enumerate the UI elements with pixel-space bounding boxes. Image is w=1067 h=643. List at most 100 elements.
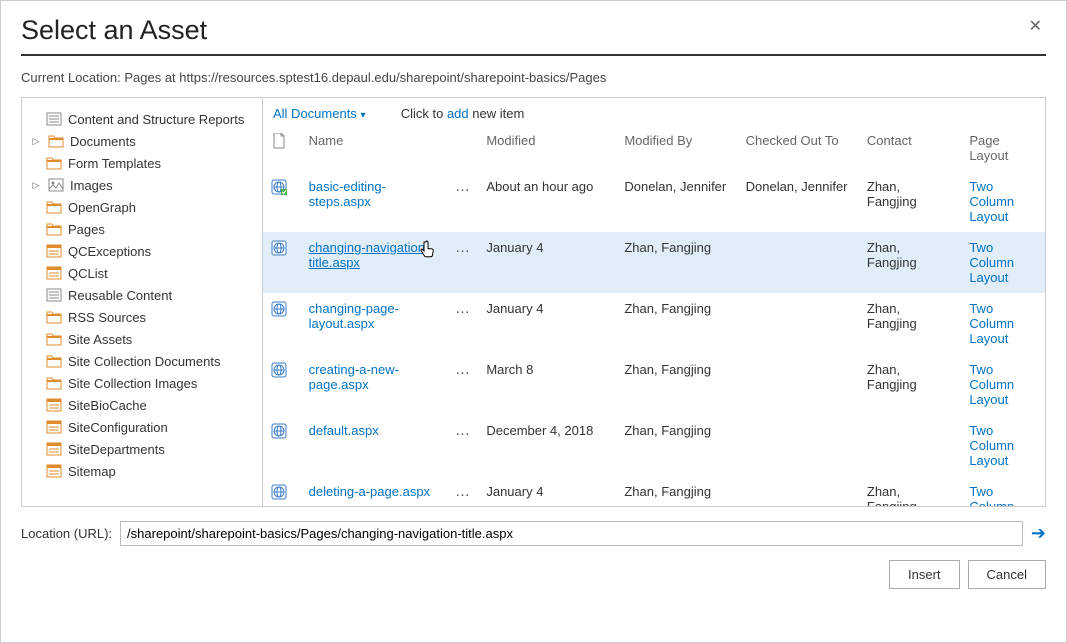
item-menu-button[interactable]: … bbox=[455, 422, 471, 439]
tree-item[interactable]: SiteDepartments bbox=[28, 438, 256, 460]
tree-item[interactable]: Reusable Content bbox=[28, 284, 256, 306]
tree-item[interactable]: Pages bbox=[28, 218, 256, 240]
table-row[interactable]: basic-editing-steps.aspx…About an hour a… bbox=[263, 171, 1045, 232]
expand-icon[interactable]: ▷ bbox=[30, 180, 42, 191]
aspx-page-icon bbox=[271, 362, 287, 378]
file-name-link[interactable]: deleting-a-page.aspx bbox=[309, 484, 430, 499]
tree-item[interactable]: Sitemap bbox=[28, 460, 256, 482]
table-row[interactable]: creating-a-new-page.aspx…March 8Zhan, Fa… bbox=[263, 354, 1045, 415]
col-contact[interactable]: Contact bbox=[859, 127, 961, 171]
breadcrumb-prefix: Current Location: bbox=[21, 70, 124, 85]
page-layout-link[interactable]: Two Column Layout bbox=[969, 179, 1014, 224]
tree-item[interactable]: ▷Images bbox=[28, 174, 256, 196]
tree-item-label: Content and Structure Reports bbox=[68, 112, 244, 127]
file-name-link[interactable]: changing-navigation-title.aspx bbox=[309, 240, 430, 270]
col-modified[interactable]: Modified bbox=[478, 127, 616, 171]
file-name-link[interactable]: changing-page-layout.aspx bbox=[309, 301, 399, 331]
go-arrow-icon[interactable]: ➔ bbox=[1031, 523, 1046, 544]
file-table: Name Modified Modified By Checked Out To… bbox=[263, 127, 1045, 506]
cell-modified-by: Zhan, Fangjing bbox=[616, 293, 737, 354]
col-page-layout[interactable]: Page Layout bbox=[961, 127, 1045, 171]
table-row[interactable]: changing-navigation-title.aspx … January 4… bbox=[263, 232, 1045, 293]
page-layout-link[interactable]: Two Column Layout bbox=[969, 240, 1014, 285]
page-layout-link[interactable]: Two Column Layout bbox=[969, 362, 1014, 407]
folder-orange-icon bbox=[46, 309, 62, 325]
file-name-link[interactable]: basic-editing-steps.aspx bbox=[309, 179, 386, 209]
close-icon[interactable]: ✕ bbox=[1025, 15, 1046, 39]
tree-item[interactable]: SiteConfiguration bbox=[28, 416, 256, 438]
cell-modified-by: Zhan, Fangjing bbox=[616, 354, 737, 415]
list-orange-icon bbox=[46, 463, 62, 479]
item-menu-button[interactable]: … bbox=[455, 483, 471, 500]
page-layout-link[interactable]: Two Column Layout bbox=[969, 484, 1014, 506]
cell-contact: Zhan, Fangjing bbox=[859, 171, 961, 232]
file-name-link[interactable]: default.aspx bbox=[309, 423, 379, 438]
tree-item-label: SiteBioCache bbox=[68, 398, 147, 413]
tree-item-label: Pages bbox=[68, 222, 105, 237]
file-name-link[interactable]: creating-a-new-page.aspx bbox=[309, 362, 399, 392]
tree-item-label: OpenGraph bbox=[68, 200, 136, 215]
add-link[interactable]: add bbox=[447, 106, 469, 121]
item-menu-button[interactable]: … bbox=[455, 300, 471, 317]
cell-modified: January 4 bbox=[478, 232, 616, 293]
col-type-icon[interactable] bbox=[263, 127, 301, 171]
page-layout-link[interactable]: Two Column Layout bbox=[969, 301, 1014, 346]
select-asset-dialog: Select an Asset ✕ Current Location: Page… bbox=[0, 0, 1067, 643]
cell-checked-out: Donelan, Jennifer bbox=[738, 171, 859, 232]
breadcrumb: Current Location: Pages at https://resou… bbox=[21, 70, 1046, 85]
item-menu-button[interactable]: … bbox=[455, 178, 471, 195]
table-row[interactable]: deleting-a-page.aspx … January 4 Zhan, Fang… bbox=[263, 476, 1045, 506]
tree-item[interactable]: Form Templates bbox=[28, 152, 256, 174]
folder-orange-icon bbox=[46, 331, 62, 347]
tree-item[interactable]: SiteBioCache bbox=[28, 394, 256, 416]
tree-item[interactable]: Site Collection Images bbox=[28, 372, 256, 394]
tree-item[interactable]: QCList bbox=[28, 262, 256, 284]
list-orange-icon bbox=[46, 243, 62, 259]
aspx-page-icon bbox=[271, 484, 287, 500]
tree-item[interactable]: ▷ Documents bbox=[28, 130, 256, 152]
main-panel: Content and Structure Reports ▷ Documents F… bbox=[21, 97, 1046, 507]
tree-item[interactable]: Site Assets bbox=[28, 328, 256, 350]
file-list-area[interactable]: All Documents ▾ Click to add new item Na… bbox=[263, 98, 1045, 506]
tree-item[interactable]: RSS Sources bbox=[28, 306, 256, 328]
cell-modified: January 4 bbox=[478, 476, 616, 506]
expand-icon[interactable]: ▷ bbox=[30, 136, 42, 147]
tree-item[interactable]: Site Collection Documents bbox=[28, 350, 256, 372]
folder-orange-icon bbox=[46, 375, 62, 391]
cell-checked-out bbox=[738, 415, 859, 476]
view-selector[interactable]: All Documents ▾ bbox=[273, 106, 369, 121]
tree-item-label: QCList bbox=[68, 266, 108, 281]
aspx-page-icon bbox=[271, 423, 287, 439]
cell-modified-by: Donelan, Jennifer bbox=[616, 171, 737, 232]
tree-item[interactable]: Content and Structure Reports bbox=[28, 108, 256, 130]
folder-orange-icon bbox=[46, 199, 62, 215]
folder-orange-icon bbox=[48, 133, 64, 149]
insert-button[interactable]: Insert bbox=[889, 560, 960, 589]
col-modified-by[interactable]: Modified By bbox=[616, 127, 737, 171]
list-orange-icon bbox=[46, 397, 62, 413]
aspx-page-icon bbox=[271, 301, 287, 317]
table-row[interactable]: default.aspx…December 4, 2018Zhan, Fangj… bbox=[263, 415, 1045, 476]
tree-item-label: Documents bbox=[70, 134, 136, 149]
location-label: Location (URL): bbox=[21, 526, 112, 541]
item-menu-button[interactable]: … bbox=[455, 239, 471, 256]
folder-tree[interactable]: Content and Structure Reports ▷ Documents F… bbox=[22, 98, 263, 506]
tree-item[interactable]: QCExceptions bbox=[28, 240, 256, 262]
col-checked-out[interactable]: Checked Out To bbox=[738, 127, 859, 171]
tree-item[interactable]: OpenGraph bbox=[28, 196, 256, 218]
cancel-button[interactable]: Cancel bbox=[968, 560, 1046, 589]
tree-item-label: Site Assets bbox=[68, 332, 132, 347]
list-orange-icon bbox=[46, 441, 62, 457]
tree-item-label: RSS Sources bbox=[68, 310, 146, 325]
tree-item-label: Reusable Content bbox=[68, 288, 172, 303]
table-row[interactable]: changing-page-layout.aspx…January 4Zhan,… bbox=[263, 293, 1045, 354]
page-layout-link[interactable]: Two Column Layout bbox=[969, 423, 1014, 468]
report-icon bbox=[46, 287, 62, 303]
cell-modified: December 4, 2018 bbox=[478, 415, 616, 476]
location-input[interactable] bbox=[120, 521, 1023, 546]
cell-checked-out bbox=[738, 232, 859, 293]
item-menu-button[interactable]: … bbox=[455, 361, 471, 378]
cell-contact: Zhan, Fangjing bbox=[859, 476, 961, 506]
col-name[interactable]: Name bbox=[301, 127, 447, 171]
tree-item-label: Site Collection Images bbox=[68, 376, 197, 391]
